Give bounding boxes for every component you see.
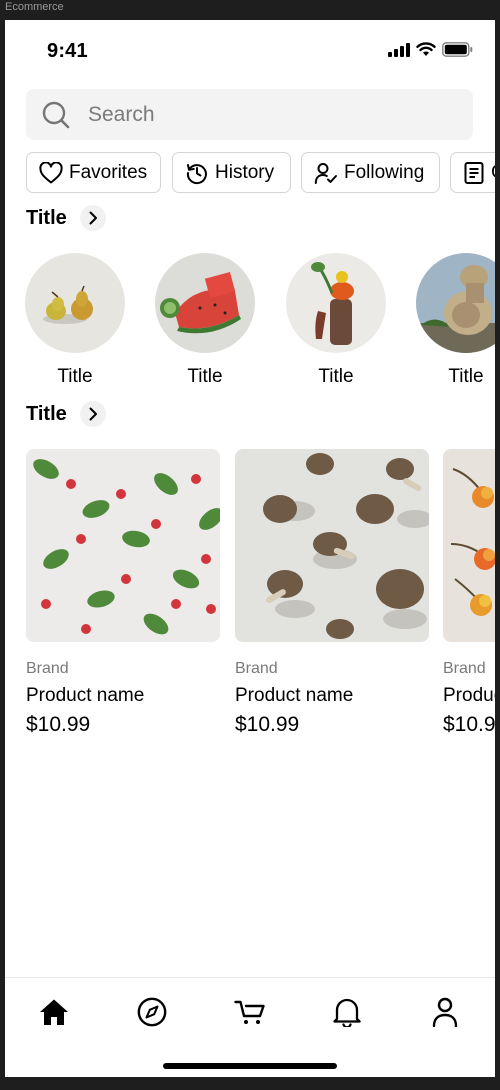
- category-label: Title: [318, 366, 354, 387]
- tab-home[interactable]: [37, 995, 71, 1029]
- chip-label: C: [491, 162, 495, 184]
- phone-screen: 9:41 Search Favorites History Following …: [5, 20, 495, 1077]
- product-brand: Brand: [443, 660, 486, 677]
- product-brand: Brand: [26, 660, 69, 677]
- category-image-stacked-vegetables: [286, 253, 386, 353]
- category-label: Title: [57, 366, 93, 387]
- chip-label: Favorites: [69, 161, 148, 183]
- search-icon: [42, 101, 70, 129]
- section-title-categories[interactable]: Title: [26, 205, 106, 231]
- chip-label: History: [215, 161, 275, 183]
- section-title-text: Title: [26, 402, 67, 425]
- product-price: $10.99: [26, 713, 91, 736]
- search-placeholder: Search: [88, 103, 155, 126]
- product-image-radishes: [26, 449, 220, 642]
- tab-profile[interactable]: [428, 995, 462, 1029]
- product-card[interactable]: Brand Product name $10.99: [26, 449, 220, 736]
- category-image-mushroom-stack: [416, 253, 495, 353]
- tab-bar: [5, 977, 495, 1077]
- heart-icon: [39, 161, 63, 183]
- category-item[interactable]: Title: [416, 253, 495, 387]
- category-item[interactable]: Title: [25, 253, 125, 387]
- chip-more[interactable]: C: [450, 152, 495, 193]
- category-image-watermelon: [155, 253, 255, 353]
- compass-icon: [137, 997, 167, 1027]
- product-name: Product name: [443, 685, 495, 706]
- signal-icon: [388, 42, 410, 57]
- category-item[interactable]: Title: [286, 253, 386, 387]
- product-image-cherries: [443, 449, 495, 642]
- chevron-right-icon: [89, 211, 97, 225]
- status-icons: [388, 42, 473, 57]
- chip-favorites[interactable]: Favorites: [26, 152, 161, 193]
- search-bar[interactable]: Search: [26, 89, 473, 140]
- tab-notifications[interactable]: [330, 995, 364, 1029]
- see-more-button[interactable]: [79, 205, 106, 231]
- chip-history[interactable]: History: [172, 152, 291, 193]
- product-name: Product name: [26, 685, 145, 706]
- see-more-button[interactable]: [79, 401, 106, 427]
- chip-following[interactable]: Following: [301, 152, 440, 193]
- section-title-text: Title: [26, 206, 67, 229]
- product-name: Product name: [235, 685, 354, 706]
- category-label: Title: [187, 366, 223, 387]
- wifi-icon: [416, 42, 436, 56]
- product-price: $10.99: [443, 713, 495, 736]
- filter-chips: Favorites History Following: [26, 152, 495, 193]
- bell-icon: [333, 998, 361, 1027]
- frame-label: Ecommerce: [5, 1, 64, 13]
- tab-explore[interactable]: [135, 995, 169, 1029]
- product-card[interactable]: Brand Product name $10.99: [443, 449, 495, 736]
- tab-cart[interactable]: [233, 995, 267, 1029]
- cart-icon: [234, 1000, 265, 1024]
- home-icon: [40, 999, 68, 1025]
- document-icon: [464, 161, 484, 184]
- chip-label: Following: [344, 161, 425, 183]
- product-price: $10.99: [235, 713, 300, 736]
- user-check-icon: [314, 162, 337, 184]
- battery-icon: [442, 42, 473, 57]
- product-image-mushrooms: [235, 449, 429, 642]
- chevron-right-icon: [89, 407, 97, 421]
- product-brand: Brand: [235, 660, 278, 677]
- history-icon: [186, 163, 207, 184]
- category-label: Title: [448, 366, 484, 387]
- section-title-products[interactable]: Title: [26, 401, 106, 427]
- user-icon: [432, 997, 458, 1027]
- category-image-pears: [25, 253, 125, 353]
- home-indicator: [163, 1063, 337, 1069]
- product-card[interactable]: Brand Product name $10.99: [235, 449, 429, 736]
- category-item[interactable]: Title: [155, 253, 255, 387]
- status-bar: 9:41: [5, 20, 495, 80]
- status-time: 9:41: [47, 40, 88, 62]
